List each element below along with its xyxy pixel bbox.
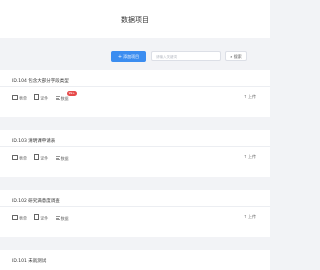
certificate-icon [34, 214, 40, 220]
form-button[interactable]: 表单 [12, 215, 27, 222]
certificate-button[interactable]: 证件 [34, 214, 48, 222]
form-button[interactable]: 表单 [12, 155, 27, 162]
certificate-label: 证件 [40, 155, 49, 161]
search-input[interactable]: 请输入关键词 [151, 51, 221, 61]
upload-button[interactable]: ↑上传 [244, 214, 256, 220]
data-icon [55, 156, 60, 160]
upload-icon: ↑ [243, 94, 247, 99]
divider [0, 146, 270, 147]
certificate-label: 证件 [40, 215, 49, 221]
project-card[interactable]: ID.104 包含大部分字段类型 表单 证件 数据 99+ ↑上传 [0, 70, 270, 117]
upload-label: 上传 [248, 154, 256, 159]
page-header: 数据项目 [0, 0, 270, 38]
form-label: 表单 [19, 215, 27, 221]
project-card[interactable]: ID.102 研究满意度调查 表单 证件 数据 ↑上传 [0, 190, 270, 237]
search-button[interactable]: ⌕ 搜索 [225, 51, 247, 61]
data-button[interactable]: 数据 [55, 155, 69, 162]
data-icon [55, 216, 60, 220]
upload-icon: ↑ [243, 214, 247, 219]
data-label: 数据 [60, 215, 69, 221]
certificate-button[interactable]: 证件 [34, 154, 48, 162]
upload-button[interactable]: ↑上传 [244, 94, 256, 100]
certificate-button[interactable]: 证件 [34, 94, 48, 102]
form-label: 表单 [19, 155, 27, 161]
form-icon [12, 155, 18, 160]
search-button-label: 搜索 [233, 54, 242, 59]
form-button[interactable]: 表单 [12, 95, 27, 102]
form-label: 表单 [19, 95, 27, 101]
search-icon: ⌕ [230, 54, 233, 59]
data-button[interactable]: 数据 99+ [55, 90, 77, 102]
project-actions: 表单 证件 数据 [12, 214, 75, 222]
add-project-label: 添加项目 [123, 54, 140, 59]
project-title: ID.104 包含大部分字段类型 [12, 79, 69, 84]
project-actions: 表单 证件 数据 [12, 154, 75, 162]
toolbar: +添加项目 请输入关键词 ⌕ 搜索 [0, 46, 270, 64]
add-project-button[interactable]: +添加项目 [111, 51, 146, 62]
upload-icon: ↑ [243, 154, 247, 159]
plus-icon: + [117, 54, 123, 60]
upload-label: 上传 [248, 94, 256, 99]
project-card[interactable]: ID.101 未就测试 [0, 250, 270, 270]
upload-label: 上传 [248, 214, 256, 219]
data-label: 数据 [60, 155, 69, 161]
data-label: 数据 [60, 95, 69, 101]
project-card[interactable]: ID.103 清明课申请表 表单 证件 数据 ↑上传 [0, 130, 270, 177]
certificate-label: 证件 [40, 95, 49, 101]
certificate-icon [34, 154, 40, 160]
data-icon [55, 96, 60, 100]
project-title: ID.102 研究满意度调查 [12, 199, 60, 204]
project-actions: 表单 证件 数据 99+ [12, 90, 77, 102]
upload-button[interactable]: ↑上传 [244, 154, 256, 160]
divider [0, 206, 270, 207]
form-icon [12, 95, 18, 100]
project-title: ID.103 清明课申请表 [12, 139, 56, 144]
divider [0, 86, 270, 87]
form-icon [12, 215, 18, 220]
page-title: 数据项目 [121, 16, 149, 24]
data-button[interactable]: 数据 [55, 215, 69, 222]
notification-badge: 99+ [66, 90, 77, 96]
project-title: ID.101 未就测试 [12, 259, 47, 264]
certificate-icon [34, 94, 40, 100]
